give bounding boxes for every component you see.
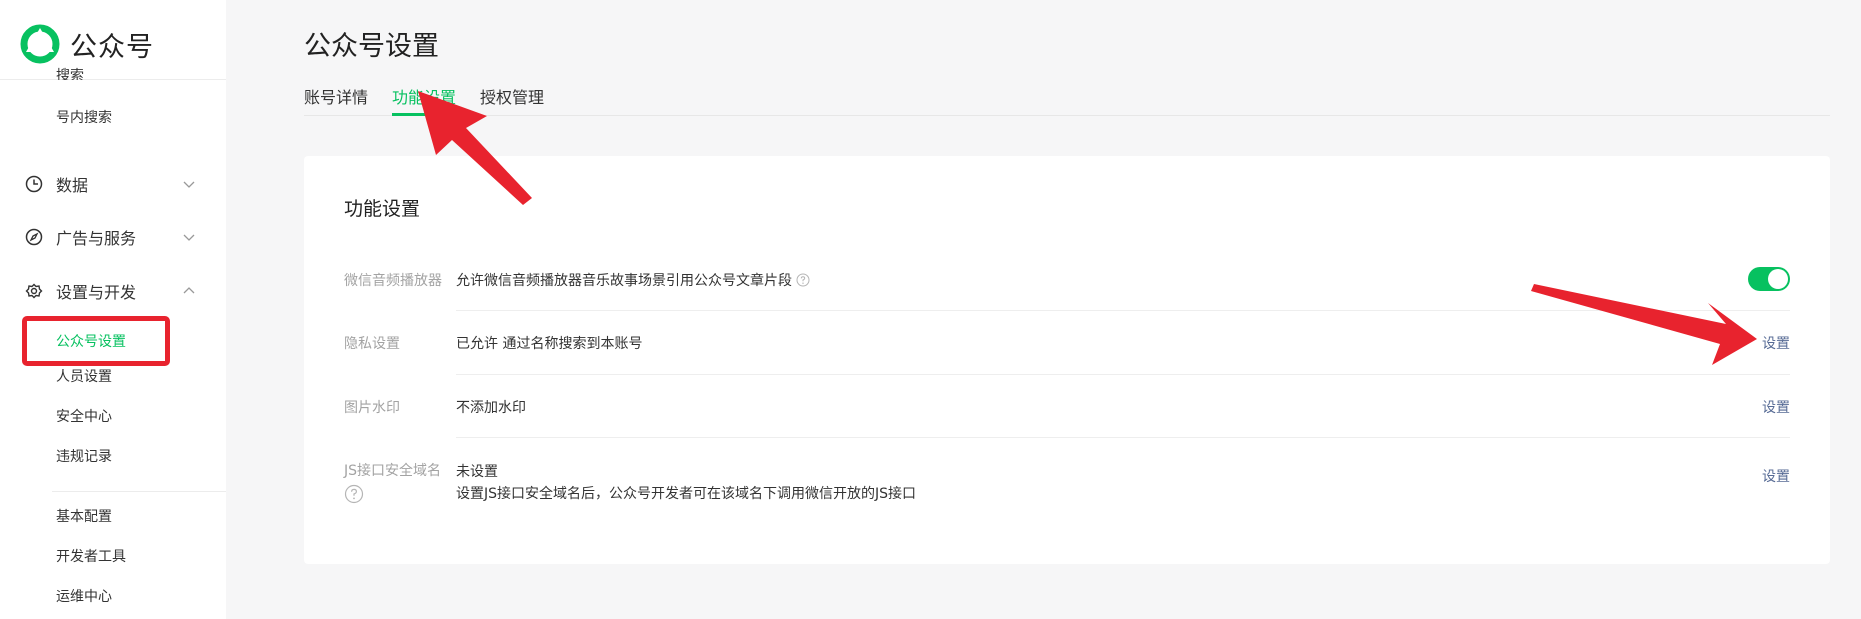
- sidebar-group-label: 设置与开发: [56, 283, 137, 302]
- js-domain-settings-link[interactable]: 设置: [1762, 466, 1790, 486]
- app-name: 公众号: [70, 31, 154, 63]
- js-domain-description: 设置JS接口安全域名后，公众号开发者可在该域名下调用微信开放的JS接口: [456, 486, 917, 502]
- sidebar-item-ops-center[interactable]: 运维中心: [56, 587, 112, 607]
- help-icon[interactable]: [796, 273, 810, 287]
- sidebar-group-label: 广告与服务: [56, 229, 137, 248]
- tab-authorization[interactable]: 授权管理: [480, 84, 544, 108]
- privacy-settings-link[interactable]: 设置: [1762, 333, 1790, 353]
- chevron-down-icon: [183, 181, 195, 188]
- feature-settings-card: 功能设置 微信音频播放器 允许微信音频播放器音乐故事场景引用公众号文章片段 隐私…: [304, 156, 1830, 564]
- row-divider: [456, 437, 1790, 438]
- tab-account-details[interactable]: 账号详情: [304, 84, 368, 108]
- card-title: 功能设置: [344, 198, 421, 220]
- sidebar-item-personnel-settings[interactable]: 人员设置: [56, 367, 112, 387]
- sidebar-divider: [52, 491, 226, 492]
- toggle-knob: [1768, 269, 1788, 289]
- gear-icon: [25, 283, 43, 299]
- sidebar-item-label: 公众号设置: [56, 334, 126, 350]
- audio-player-toggle[interactable]: [1748, 267, 1790, 291]
- row-label-audio-player: 微信音频播放器: [344, 273, 442, 289]
- audio-player-description: 允许微信音频播放器音乐故事场景引用公众号文章片段: [456, 273, 792, 289]
- row-divider: [456, 310, 1790, 311]
- watermark-settings-link[interactable]: 设置: [1762, 397, 1790, 417]
- wechat-official-logo-icon: [20, 24, 60, 64]
- sidebar-item-account-settings[interactable]: 公众号设置: [22, 316, 170, 366]
- row-value-watermark: 不添加水印: [456, 400, 526, 416]
- sidebar-group-ads-services[interactable]: 广告与服务: [24, 222, 196, 252]
- page-title: 公众号设置: [304, 31, 439, 62]
- sidebar-item-search-partial[interactable]: 搜索: [56, 66, 84, 80]
- sidebar-item-developer-tools[interactable]: 开发者工具: [56, 547, 126, 567]
- clock-icon: [25, 175, 43, 193]
- row-value-audio-player: 允许微信音频播放器音乐故事场景引用公众号文章片段: [456, 270, 810, 290]
- tab-feature-settings[interactable]: 功能设置: [392, 84, 456, 108]
- sidebar-group-settings-dev[interactable]: 设置与开发: [24, 276, 196, 306]
- sidebar-item-in-account-search[interactable]: 号内搜索: [56, 108, 112, 128]
- row-label-privacy: 隐私设置: [344, 336, 400, 352]
- sidebar: 公众号 搜索 号内搜索 数据 广告与服务 设置与开发 公众号设置 人员设置 安全…: [0, 0, 226, 619]
- sidebar-item-security-center[interactable]: 安全中心: [56, 407, 112, 427]
- sidebar-item-violation-records[interactable]: 违规记录: [56, 447, 112, 467]
- row-value-js-domain: 未设置: [456, 464, 498, 480]
- logo-divider: [0, 79, 226, 80]
- row-value-privacy: 已允许 通过名称搜索到本账号: [456, 336, 643, 352]
- compass-icon: [25, 228, 43, 246]
- tabs-divider: [304, 115, 1830, 116]
- row-divider: [456, 374, 1790, 375]
- sidebar-group-label: 数据: [56, 176, 89, 195]
- active-tab-indicator: [392, 113, 456, 116]
- row-label-watermark: 图片水印: [344, 400, 400, 416]
- chevron-down-icon: [183, 234, 195, 241]
- sidebar-item-basic-config[interactable]: 基本配置: [56, 507, 112, 527]
- row-label-js-domain: JS接口安全域名: [344, 463, 442, 479]
- sidebar-group-data[interactable]: 数据: [24, 169, 196, 199]
- help-icon[interactable]: [344, 484, 364, 504]
- app-logo[interactable]: 公众号: [20, 24, 154, 64]
- chevron-up-icon: [183, 287, 195, 294]
